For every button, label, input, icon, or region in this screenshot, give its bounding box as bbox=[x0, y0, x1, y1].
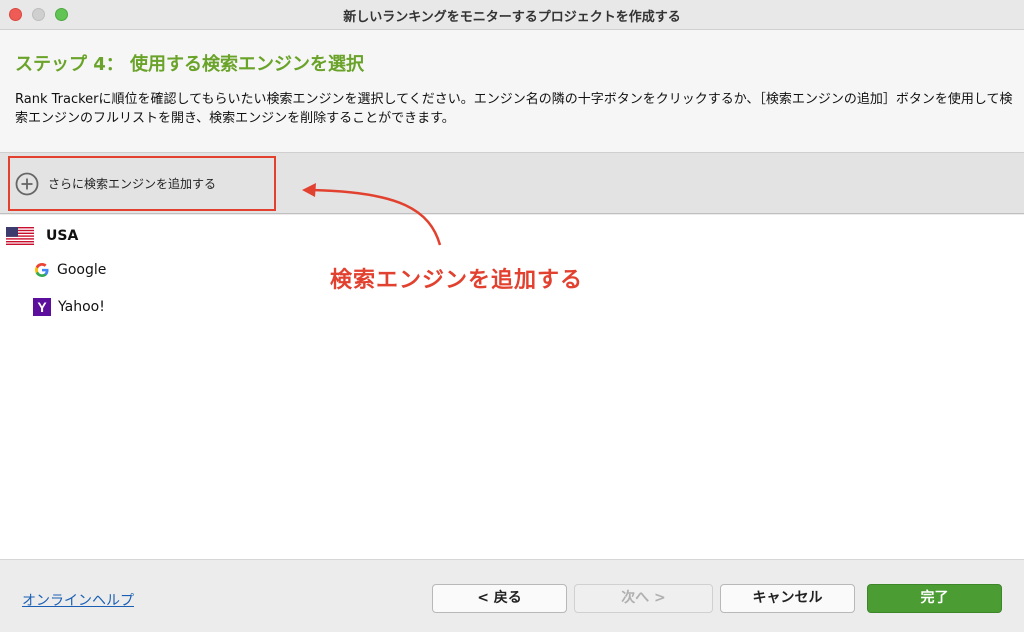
back-button[interactable]: < 戻る bbox=[432, 584, 567, 613]
annotation-text: 検索エンジンを追加する bbox=[330, 268, 584, 293]
search-engine-list: USA Google Y Yahoo! 検索エンジンを追加する bbox=[0, 215, 1024, 560]
engine-label-google: Google bbox=[57, 262, 107, 278]
annotation-arrow-icon bbox=[302, 183, 442, 246]
cancel-button[interactable]: キャンセル bbox=[720, 584, 855, 613]
add-search-engines-label: さらに検索エンジンを追加する bbox=[48, 177, 217, 191]
engine-item-google[interactable]: Google bbox=[34, 262, 106, 278]
wizard-header: ステップ 4： 使用する検索エンジンを選択 Rank Trackerに順位を確認… bbox=[0, 30, 1024, 153]
us-flag-icon bbox=[6, 227, 34, 245]
finish-button[interactable]: 完了 bbox=[867, 584, 1002, 613]
online-help-link[interactable]: オンラインヘルプ bbox=[22, 590, 134, 610]
step-description: Rank Trackerに順位を確認してもらいたい検索エンジンを選択してください… bbox=[15, 92, 1013, 126]
country-row-usa[interactable]: USA bbox=[6, 227, 78, 245]
window-title: 新しいランキングをモニターするプロジェクトを作成する bbox=[343, 10, 681, 25]
engine-label-yahoo: Yahoo! bbox=[58, 299, 105, 315]
country-label: USA bbox=[46, 228, 79, 244]
engines-toolbar: さらに検索エンジンを追加する bbox=[0, 153, 1024, 214]
step-title: ステップ 4： 使用する検索エンジンを選択 bbox=[15, 54, 365, 75]
google-icon bbox=[34, 262, 50, 278]
yahoo-icon: Y bbox=[33, 298, 51, 316]
plus-circle-icon bbox=[15, 172, 39, 196]
engine-item-yahoo[interactable]: Y Yahoo! bbox=[33, 298, 105, 316]
add-search-engines-button[interactable]: さらに検索エンジンを追加する bbox=[8, 156, 276, 211]
next-button[interactable]: 次へ > bbox=[574, 584, 713, 613]
title-bar: 新しいランキングをモニターするプロジェクトを作成する bbox=[0, 0, 1024, 30]
wizard-footer: オンラインヘルプ < 戻る 次へ > キャンセル 完了 bbox=[0, 561, 1024, 632]
